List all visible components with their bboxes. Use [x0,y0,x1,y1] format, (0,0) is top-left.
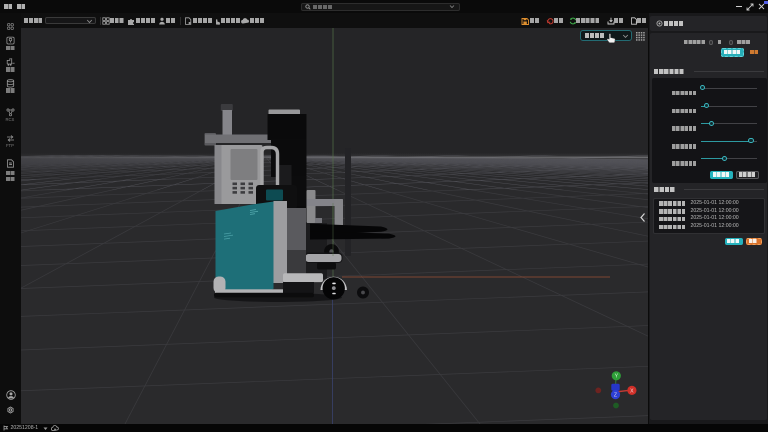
svg-text:X: X [630,388,634,394]
svg-text:Z: Z [614,393,617,399]
svg-text:Y: Y [615,374,619,380]
